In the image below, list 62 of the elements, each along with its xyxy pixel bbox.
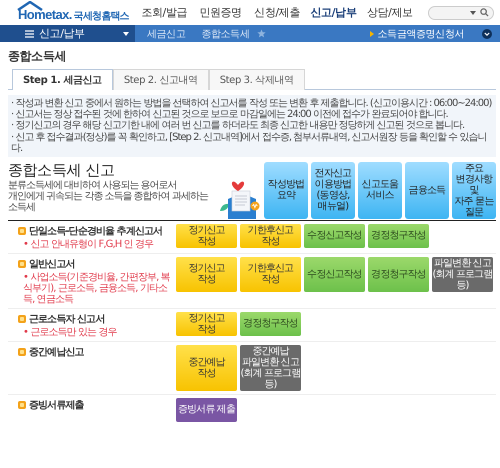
menu-item[interactable]: 신청/제출: [248, 5, 306, 20]
bullet-icon: [18, 348, 26, 356]
caret-icon: [123, 32, 129, 36]
menu-item[interactable]: 민원증명: [192, 5, 249, 20]
form-button[interactable]: 경정청구작성: [368, 256, 429, 292]
form-title: 일반신고서: [29, 258, 75, 271]
form-button[interactable]: 중간예납 파일변환 신고 (회계 프로그램 등): [240, 344, 301, 391]
notice-text: · 정기신고의 경우 해당 신고기한 내에 여러 번 신고를 하더라도 최종 신고한 내용만 정당하게 신고된 것으로 봅니다.: [11, 120, 466, 132]
bullet-icon: [18, 260, 26, 268]
form-title: 중간예납신고: [29, 346, 84, 359]
help-link-button[interactable]: 작성방법 요약: [264, 162, 308, 219]
bullet-icon: [18, 226, 26, 235]
form-button[interactable]: 경정청구작성: [368, 224, 429, 248]
breadcrumb-link[interactable]: 세금신고: [139, 26, 190, 40]
form-note: • 근로소득만 있는 경우: [22, 326, 118, 338]
step-tab[interactable]: Step 2. 신고내역: [112, 69, 209, 90]
form-button[interactable]: 정기신고 작성: [176, 224, 237, 248]
form-button[interactable]: 수정신고작성: [304, 224, 365, 248]
notice-text: · 신고서는 정상 접수된 것에 한하여 신고된 것으로 보므로 마감일에는 24:00 이전에 접수가 완료되어야 합니다.: [11, 109, 449, 120]
form-title: 단일소득-단순경비율 추계신고서: [29, 224, 162, 238]
menu-icon: [25, 30, 34, 38]
help-link-button[interactable]: 금융소득: [405, 162, 449, 219]
form-title: 증빙서류제출: [29, 398, 84, 412]
form-button[interactable]: 수정신고작성: [304, 256, 365, 292]
search-field[interactable]: [428, 6, 494, 20]
banner-title: 종합소득세 신고: [8, 160, 116, 180]
quick-link[interactable]: 소득금액증명신청서: [378, 26, 464, 40]
logo-brand[interactable]: Hometax.: [18, 7, 72, 22]
banner-description: 분류소득세에 대비하여 사용되는 용어로서 개인에게 귀속되는 각종 소득을 종합하여 과세하는 소득세: [8, 180, 210, 213]
form-note: • 사업소득(기준경비율, 간편장부, 복식부기), 근로소득, 금융소득, 기타소득, 연금소득: [22, 272, 170, 305]
bullet-icon: [18, 314, 26, 323]
section-label: 신고/납부: [39, 26, 86, 41]
form-button[interactable]: 파일변환 신고 (회계 프로그램 등): [432, 256, 493, 292]
form-button[interactable]: 정기신고 작성: [176, 312, 237, 336]
form-button[interactable]: 정기신고 작성: [176, 256, 237, 292]
chevron-down-icon[interactable]: [482, 28, 492, 38]
caret-icon: [470, 10, 476, 14]
help-link-button[interactable]: 신고도움 서비스: [358, 162, 402, 219]
menu-item[interactable]: 신고/납부: [305, 5, 362, 20]
help-link-button[interactable]: 전자신고 이용방법 (동영상, 매뉴얼): [311, 162, 355, 219]
step-tab[interactable]: Step 1. 세금신고: [12, 69, 113, 90]
menu-item[interactable]: 상담/제보: [362, 5, 418, 20]
section-menu[interactable]: 신고/납부: [0, 25, 135, 42]
form-button[interactable]: 중간예납 작성: [176, 344, 237, 391]
notice-text: · 신고 후 접수결과(정상)를 꼭 확인하고, [Step 2. 신고내역]에서 접수증, 첨부서류내역, 신고서원장 등을 확인할 수 있습니다.: [11, 132, 488, 154]
form-button[interactable]: 기한후신고 작성: [240, 256, 301, 292]
bullet-icon: [18, 400, 26, 409]
form-title: 근로소득자 신고서: [29, 312, 104, 326]
help-link-button[interactable]: 주요 변경사항 및 자주 묻는 질문: [452, 162, 496, 219]
form-button[interactable]: 경정청구작성: [240, 312, 301, 336]
notice-text: · 작성과 변환 신고 중에서 원하는 방법을 선택하여 신고서를 작성 또는 변환 후 제출합니다. (신고이용시간 : 06:00~24:00): [11, 98, 492, 110]
menu-item[interactable]: 조회/발급: [136, 5, 192, 20]
search-icon[interactable]: [480, 8, 490, 17]
star-icon[interactable]: [257, 29, 266, 38]
form-button[interactable]: 증빙서류 제출: [176, 398, 237, 422]
bullet-icon: [370, 30, 374, 36]
form-button[interactable]: 기한후신고 작성: [240, 224, 301, 248]
form-note: • 신고 안내유형이 F,G,H 인 경우: [22, 238, 154, 250]
step-tab[interactable]: Step 3. 삭제내역: [208, 69, 305, 90]
page-title: 종합소득세: [8, 48, 68, 65]
breadcrumb-link[interactable]: 종합소득세: [193, 26, 254, 40]
logo-name: 국세청홈택스: [74, 10, 129, 23]
